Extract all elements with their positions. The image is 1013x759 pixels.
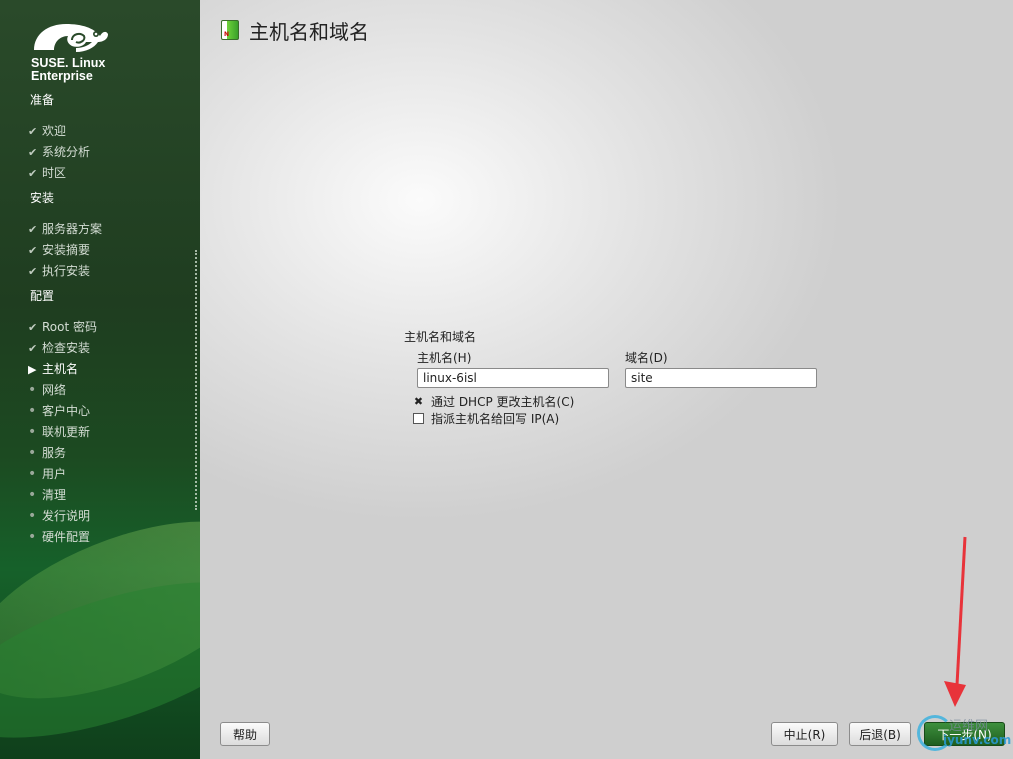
assign-ip-checkbox-label: 指派主机名给回写 IP(A) [431, 412, 560, 426]
step-perform-install: ✔ 执行安装 [28, 262, 90, 279]
step-label: 清理 [42, 488, 67, 502]
help-button[interactable]: 帮助 [220, 722, 270, 746]
suse-chameleon-logo [34, 24, 108, 52]
bullet-icon: • [28, 445, 37, 461]
check-icon: ✔ [28, 125, 38, 138]
back-button[interactable]: 后退(B) [849, 722, 911, 746]
current-arrow-icon: ▶ [28, 363, 37, 376]
step-label: 执行安装 [42, 264, 91, 278]
abort-button[interactable]: 中止(R) [771, 722, 838, 746]
check-icon: ✔ [28, 223, 38, 236]
domain-label: 域名(D) [625, 351, 668, 365]
step-welcome: ✔ 欢迎 [28, 122, 66, 139]
assign-ip-checkbox[interactable] [413, 413, 424, 424]
step-system-analysis: ✔ 系统分析 [28, 143, 90, 160]
dhcp-checkbox[interactable]: ✖ [413, 396, 424, 407]
step-hardware-config: • 硬件配置 [28, 528, 90, 545]
section-title-configure: 配置 [30, 289, 55, 303]
suse-logo-text: SUSE. Linux Enterprise [31, 57, 105, 83]
step-check-install: ✔ 检查安装 [28, 339, 90, 356]
dhcp-hostname-option[interactable]: ✖ 通过 DHCP 更改主机名(C) [413, 393, 574, 410]
bullet-icon: • [28, 508, 37, 524]
bullet-icon: • [28, 403, 37, 419]
page-title: 主机名和域名 [249, 20, 369, 44]
check-icon: ✔ [28, 342, 38, 355]
step-label: 客户中心 [42, 404, 91, 418]
step-label: 用户 [42, 467, 67, 481]
step-services: • 服务 [28, 444, 66, 461]
check-icon: ✔ [28, 244, 38, 257]
step-label: 服务 [42, 446, 67, 460]
step-label: 时区 [42, 166, 67, 180]
step-label: 发行说明 [42, 509, 91, 523]
check-icon: ✔ [28, 146, 38, 159]
step-root-password: ✔ Root 密码 [28, 318, 97, 335]
step-server-scenario: ✔ 服务器方案 [28, 220, 102, 237]
step-users: • 用户 [28, 465, 66, 482]
step-customer-center: • 客户中心 [28, 402, 90, 419]
dhcp-checkbox-label: 通过 DHCP 更改主机名(C) [431, 395, 575, 409]
step-label: 主机名 [42, 362, 79, 376]
assign-ip-option[interactable]: 指派主机名给回写 IP(A) [413, 410, 559, 427]
check-icon: ✔ [28, 167, 38, 180]
bullet-icon: • [28, 487, 37, 503]
bullet-icon: • [28, 529, 37, 545]
section-title-prepare: 准备 [30, 93, 55, 107]
step-network: • 网络 [28, 381, 66, 398]
hostname-input[interactable] [417, 368, 609, 388]
bullet-icon: • [28, 382, 37, 398]
step-online-update: • 联机更新 [28, 423, 90, 440]
step-label: Root 密码 [42, 320, 98, 334]
step-label: 服务器方案 [42, 222, 103, 236]
step-label: 检查安装 [42, 341, 91, 355]
bullet-icon: • [28, 424, 37, 440]
hostname-label: 主机名(H) [417, 351, 472, 365]
next-button[interactable]: 下一步(N) [924, 722, 1005, 746]
hostname-group-label: 主机名和域名 [404, 330, 477, 344]
step-release-notes: • 发行说明 [28, 507, 90, 524]
step-label: 网络 [42, 383, 67, 397]
step-timezone: ✔ 时区 [28, 164, 66, 181]
logo-line2: Enterprise [31, 69, 93, 83]
section-title-install: 安装 [30, 191, 55, 205]
sidebar: SUSE. Linux Enterprise 准备 ✔ 欢迎 ✔ 系统分析 ✔ 时区 … [0, 0, 200, 759]
step-label: 系统分析 [42, 145, 91, 159]
step-install-summary: ✔ 安装摘要 [28, 241, 90, 258]
step-label: 联机更新 [42, 425, 91, 439]
domain-input[interactable] [625, 368, 817, 388]
network-card-icon: N [221, 20, 239, 40]
step-cleanup: • 清理 [28, 486, 66, 503]
step-label: 硬件配置 [42, 530, 91, 544]
check-icon: ✔ [28, 321, 38, 334]
check-icon: ✔ [28, 265, 38, 278]
step-hostname: ▶ 主机名 [28, 360, 78, 377]
step-label: 欢迎 [42, 124, 67, 138]
bullet-icon: • [28, 466, 37, 482]
step-label: 安装摘要 [42, 243, 91, 257]
